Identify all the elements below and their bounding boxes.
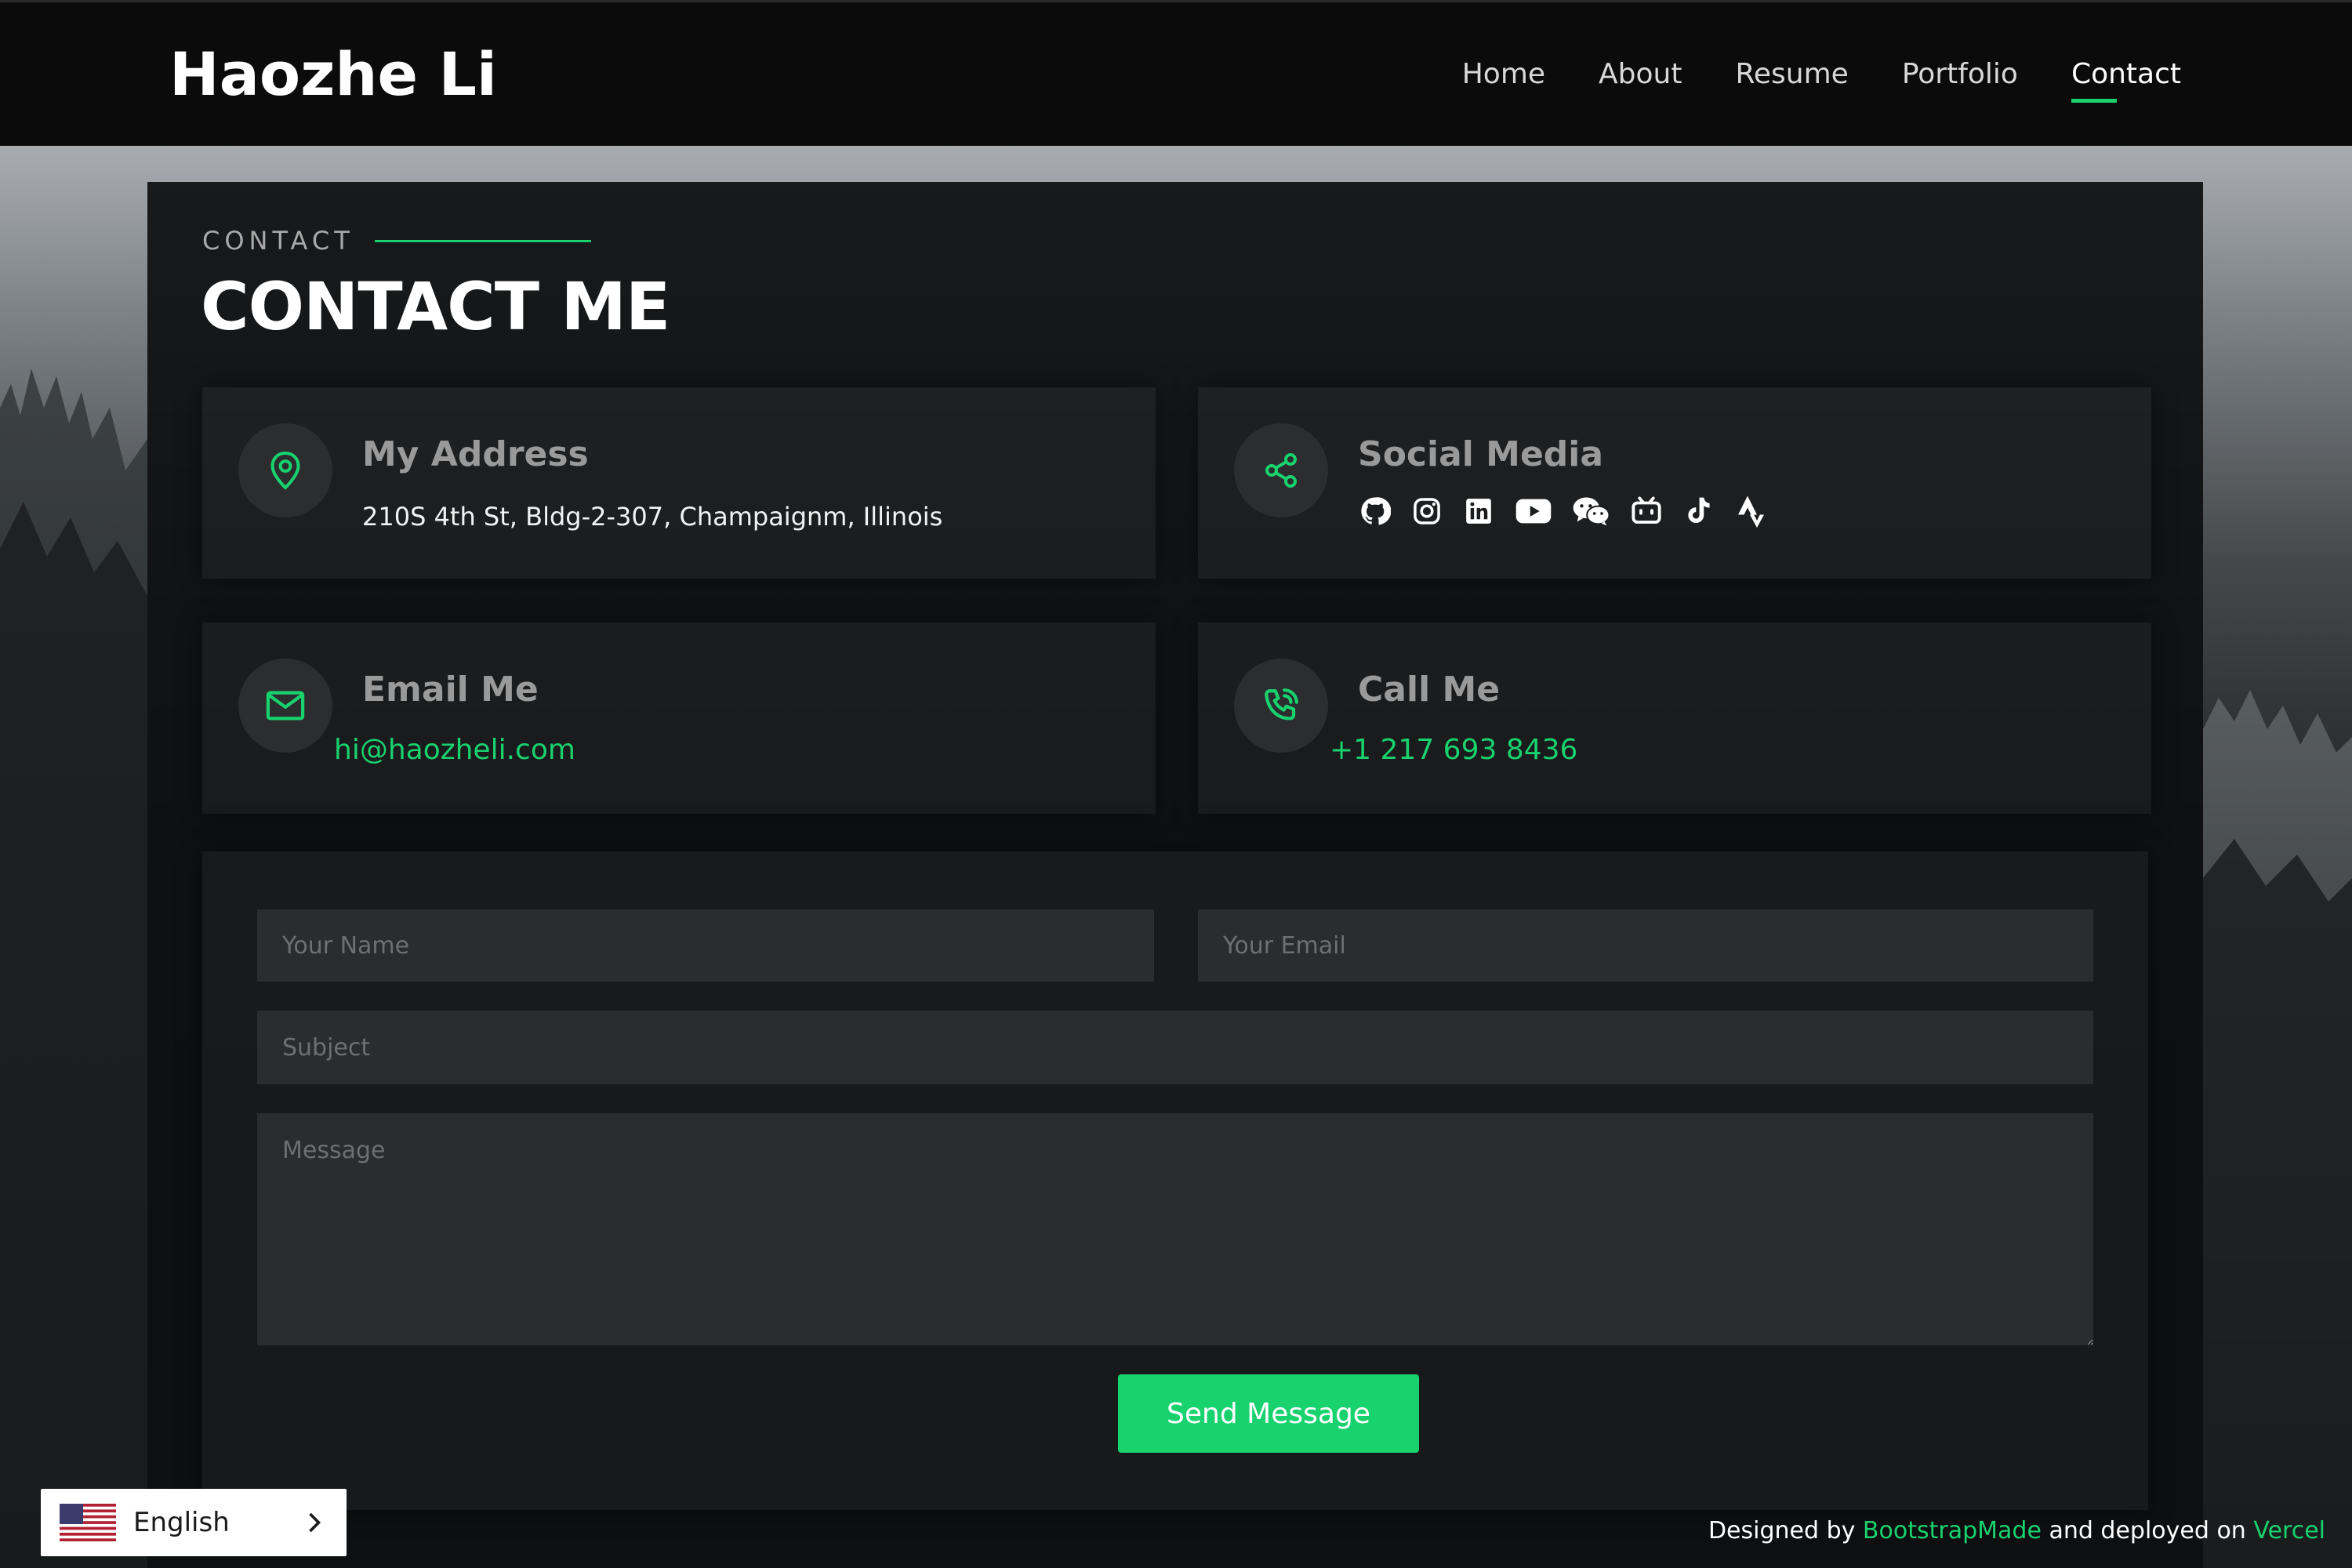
address-title: My Address: [362, 434, 589, 474]
us-flag-icon: [60, 1504, 116, 1541]
address-card: My Address 210S 4th St, Bldg-2-307, Cham…: [202, 387, 1156, 579]
social-card: Social Media: [1198, 387, 2151, 579]
instagram-icon[interactable]: [1410, 494, 1444, 528]
social-icon-circle: [1234, 423, 1328, 517]
bilibili-icon[interactable]: [1629, 494, 1664, 528]
nav-contact[interactable]: Contact: [2071, 51, 2181, 103]
share-icon: [1265, 453, 1297, 488]
send-message-button[interactable]: Send Message: [1118, 1374, 1419, 1453]
section-label: CONTACT: [202, 226, 591, 256]
nav-resume[interactable]: Resume: [1735, 51, 1848, 98]
github-icon[interactable]: [1358, 494, 1392, 528]
chevron-right-icon: [309, 1512, 321, 1533]
tiktok-icon[interactable]: [1681, 494, 1715, 528]
site-header: Haozhe Li Home About Resume Portfolio Co…: [0, 0, 2352, 146]
language-label: English: [133, 1507, 230, 1538]
phone-icon: [1265, 688, 1298, 720]
wechat-icon[interactable]: [1571, 494, 1612, 528]
address-icon-circle: [238, 423, 332, 517]
social-links: [1358, 494, 1767, 528]
site-logo[interactable]: Haozhe Li: [169, 37, 497, 112]
linkedin-icon[interactable]: [1461, 494, 1496, 528]
email-icon-circle: [238, 659, 332, 753]
strava-icon[interactable]: [1733, 494, 1767, 528]
subject-input[interactable]: [257, 1011, 2093, 1084]
phone-card: Call Me +1 217 693 8436: [1198, 622, 2151, 814]
credits-prefix: Designed by: [1708, 1517, 1856, 1544]
vercel-link[interactable]: Vercel: [2253, 1517, 2325, 1544]
contact-panel: CONTACT CONTACT ME My Address 210S 4th S…: [147, 182, 2203, 1568]
phone-icon-circle: [1234, 659, 1328, 753]
page-title: CONTACT ME: [201, 268, 670, 345]
phone-link[interactable]: +1 217 693 8436: [1330, 734, 1577, 766]
section-label-text: CONTACT: [202, 226, 354, 256]
email-title: Email Me: [362, 670, 539, 710]
social-title: Social Media: [1358, 434, 1604, 474]
nav-portfolio[interactable]: Portfolio: [1902, 51, 2018, 98]
main-nav: Home About Resume Portfolio Contact: [1462, 51, 2181, 103]
nav-home[interactable]: Home: [1462, 51, 1545, 98]
phone-title: Call Me: [1358, 670, 1501, 710]
bootstrapmade-link[interactable]: BootstrapMade: [1863, 1517, 2042, 1544]
youtube-icon[interactable]: [1513, 494, 1554, 528]
map-pin-icon: [270, 451, 300, 490]
email-link[interactable]: hi@haozheli.com: [334, 734, 575, 766]
credits-middle: and deployed on: [2049, 1517, 2246, 1544]
message-textarea[interactable]: [257, 1113, 2093, 1345]
nav-about[interactable]: About: [1599, 51, 1682, 98]
name-input[interactable]: [257, 909, 1154, 982]
section-divider: [374, 239, 591, 242]
email-card: Email Me hi@haozheli.com: [202, 622, 1156, 814]
envelope-icon: [266, 691, 305, 720]
address-text: 210S 4th St, Bldg-2-307, Champaignm, Ill…: [362, 502, 943, 532]
email-input[interactable]: [1198, 909, 2093, 982]
language-selector[interactable]: English: [41, 1489, 347, 1556]
footer-credits: Designed by BootstrapMade and deployed o…: [1708, 1517, 2325, 1544]
